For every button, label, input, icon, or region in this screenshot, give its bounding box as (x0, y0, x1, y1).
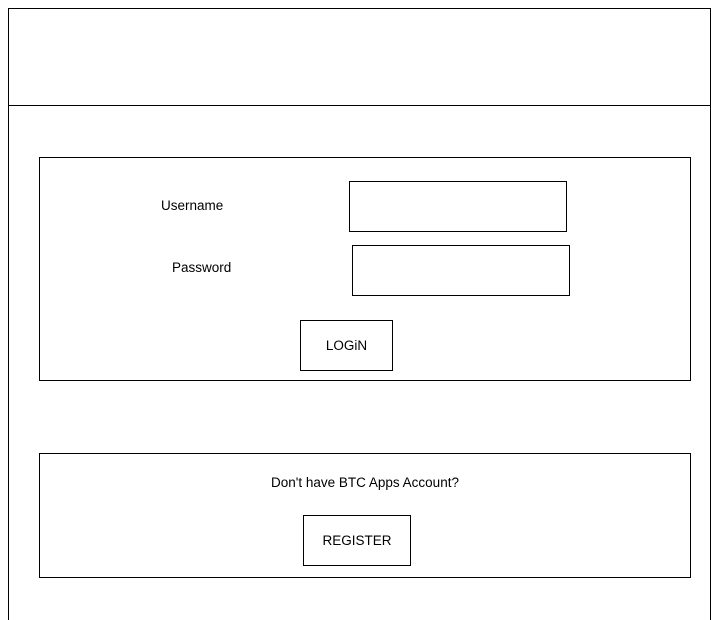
password-label: Password (172, 260, 232, 275)
register-prompt: Don't have BTC Apps Account? (271, 475, 459, 490)
password-input[interactable] (352, 245, 570, 296)
username-input[interactable] (349, 181, 567, 232)
username-label: Username (161, 198, 224, 213)
header-divider (8, 105, 711, 106)
login-button[interactable]: LOGiN (300, 320, 393, 371)
register-button[interactable]: REGISTER (303, 515, 411, 566)
